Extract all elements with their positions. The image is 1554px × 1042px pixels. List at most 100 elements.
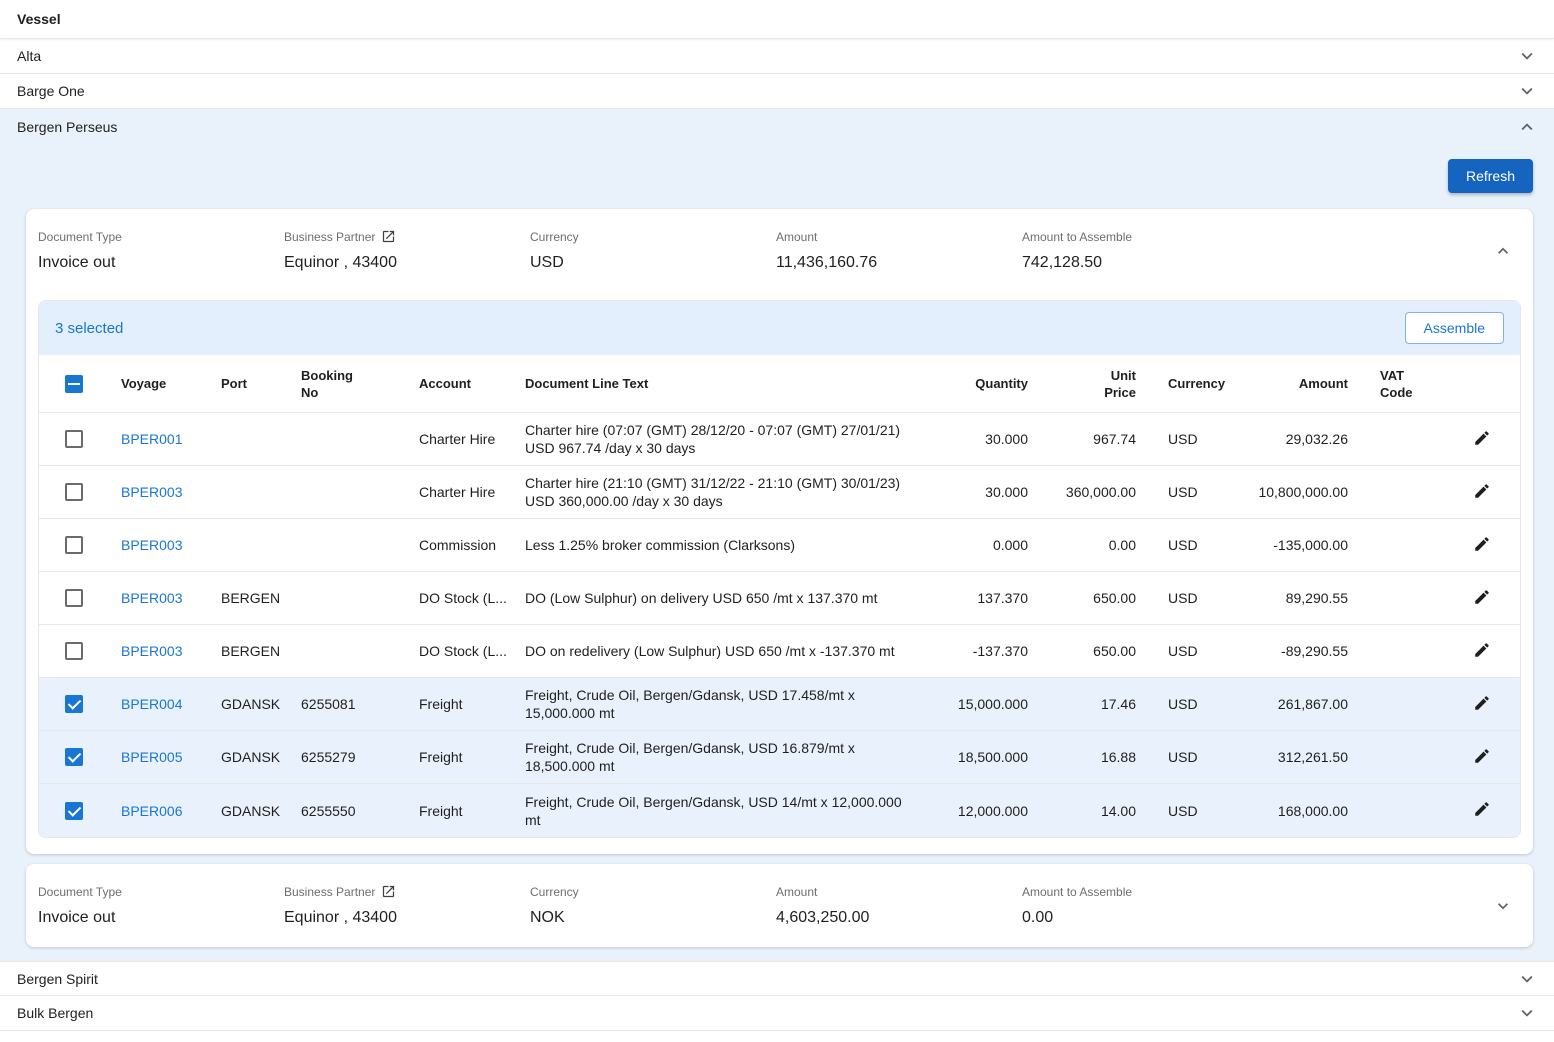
amount-cell: 312,261.50 [1240,743,1356,771]
amount-cell: -89,290.55 [1240,637,1356,665]
port-cell: BERGEN [213,637,293,665]
col-vat-code-label: VAT Code [1380,367,1420,401]
refresh-button[interactable]: Refresh [1448,159,1533,193]
booking-no-cell [293,539,411,551]
voyage-link[interactable]: BPER003 [121,643,182,659]
table-row[interactable]: BPER003 Charter Hire Charter hire (21:10… [39,466,1520,519]
accordion-bulk-bergen[interactable]: Bulk Bergen [0,996,1554,1031]
voyage-link[interactable]: BPER005 [121,749,182,765]
row-checkbox[interactable] [65,802,83,820]
table-row[interactable]: BPER003 BERGEN DO Stock (L... DO (Low Su… [39,572,1520,625]
document-line-text-cell: Charter hire (21:10 (GMT) 31/12/22 - 21:… [517,468,926,516]
voyage-link[interactable]: BPER001 [121,431,182,447]
account-cell: Freight [411,690,517,718]
row-checkbox[interactable] [65,536,83,554]
chevron-up-icon [1493,241,1513,261]
edit-row-button[interactable] [1473,800,1491,818]
document-line-text-cell: Freight, Crude Oil, Bergen/Gdansk, USD 1… [517,733,926,781]
select-all-checkbox[interactable] [65,375,83,393]
edit-row-button[interactable] [1473,482,1491,500]
voyage-link[interactable]: BPER003 [121,484,182,500]
document-summary-header[interactable]: Document Type Invoice out Business Partn… [38,221,1521,284]
row-checkbox[interactable] [65,430,83,448]
document-summary-header[interactable]: Document Type Invoice out Business Partn… [38,876,1521,939]
col-booking-no-label: Booking No [301,367,359,401]
amount-cell: -135,000.00 [1240,531,1356,559]
edit-row-button[interactable] [1473,588,1491,606]
voyage-link[interactable]: BPER006 [121,803,182,819]
document-type-label: Document Type [38,229,284,244]
open-in-new-icon [381,884,396,899]
document-type-field: Document Type Invoice out [38,884,284,927]
vat-code-cell [1356,486,1444,498]
col-booking-no: Booking No [293,361,411,407]
edit-row-button[interactable] [1473,429,1491,447]
amount-label: Amount [776,884,1022,899]
amount-cell: 261,867.00 [1240,690,1356,718]
document-lines-table: 3 selected Assemble Voyage Port Booking … [38,300,1521,838]
currency-cell: USD [1144,584,1240,612]
business-partner-value: Equinor , 43400 [284,254,530,272]
chevron-down-icon [1516,45,1538,67]
document-type-value: Invoice out [38,909,284,927]
edit-row-button[interactable] [1473,747,1491,765]
edit-cell [1444,688,1520,721]
voyage-link[interactable]: BPER004 [121,696,182,712]
business-partner-label: Business Partner [284,230,375,244]
table-row[interactable]: BPER003 BERGEN DO Stock (L... DO on rede… [39,625,1520,678]
accordion-barge-one[interactable]: Barge One [0,74,1554,109]
account-cell: Freight [411,743,517,771]
row-checkbox[interactable] [65,748,83,766]
table-row[interactable]: BPER006 GDANSK 6255550 Freight Freight, … [39,784,1520,837]
accordion-bergen-spirit[interactable]: Bergen Spirit [0,961,1554,996]
assemble-button[interactable]: Assemble [1405,312,1504,344]
amount-cell: 168,000.00 [1240,797,1356,825]
voyage-link[interactable]: BPER003 [121,590,182,606]
edit-row-button[interactable] [1473,694,1491,712]
booking-no-cell [293,592,411,604]
amount-label: Amount [776,229,1022,244]
accordion-bergen-perseus[interactable]: Bergen Perseus [0,109,1554,145]
row-checkbox[interactable] [65,483,83,501]
voyage-link[interactable]: BPER003 [121,537,182,553]
table-row[interactable]: BPER004 GDANSK 6255081 Freight Freight, … [39,678,1520,731]
vat-code-cell [1356,645,1444,657]
edit-icon [1473,482,1491,500]
currency-value: USD [530,254,776,272]
booking-no-cell: 6255550 [293,797,411,825]
expand-document-card-button[interactable] [1489,892,1517,920]
open-business-partner-button[interactable] [381,229,396,244]
booking-no-cell: 6255279 [293,743,411,771]
document-line-text-cell: Freight, Crude Oil, Bergen/Gdansk, USD 1… [517,680,926,728]
open-business-partner-button[interactable] [381,884,396,899]
vat-code-cell [1356,698,1444,710]
row-checkbox[interactable] [65,589,83,607]
edit-row-button[interactable] [1473,641,1491,659]
edit-row-button[interactable] [1473,535,1491,553]
document-line-text-cell: Freight, Crude Oil, Bergen/Gdansk, USD 1… [517,787,926,835]
account-cell: DO Stock (L... [411,637,517,665]
table-row[interactable]: BPER005 GDANSK 6255279 Freight Freight, … [39,731,1520,784]
account-cell: Freight [411,797,517,825]
row-checkbox[interactable] [65,642,83,660]
chevron-down-icon [1516,1002,1538,1024]
accordion-label: Bergen Perseus [17,119,117,135]
table-row[interactable]: BPER001 Charter Hire Charter hire (07:07… [39,413,1520,466]
booking-no-cell: 6255081 [293,690,411,718]
refresh-row: Refresh [0,145,1554,193]
collapse-document-card-button[interactable] [1489,237,1517,265]
accordion-alta[interactable]: Alta [0,39,1554,74]
col-unit-price-label: Unit Price [1096,367,1136,401]
row-checkbox[interactable] [65,695,83,713]
port-cell: GDANSK [213,743,293,771]
port-cell: GDANSK [213,797,293,825]
nok-document-card: Document Type Invoice out Business Partn… [26,864,1533,947]
amount-value: 4,603,250.00 [776,909,1022,927]
table-row[interactable]: BPER003 Commission Less 1.25% broker com… [39,519,1520,572]
col-edit [1444,378,1520,390]
row-checkbox-cell [39,424,113,454]
chevron-down-icon [1516,968,1538,990]
currency-cell: USD [1144,425,1240,453]
currency-field: Currency NOK [530,884,776,927]
selected-count: 3 selected [55,320,123,337]
